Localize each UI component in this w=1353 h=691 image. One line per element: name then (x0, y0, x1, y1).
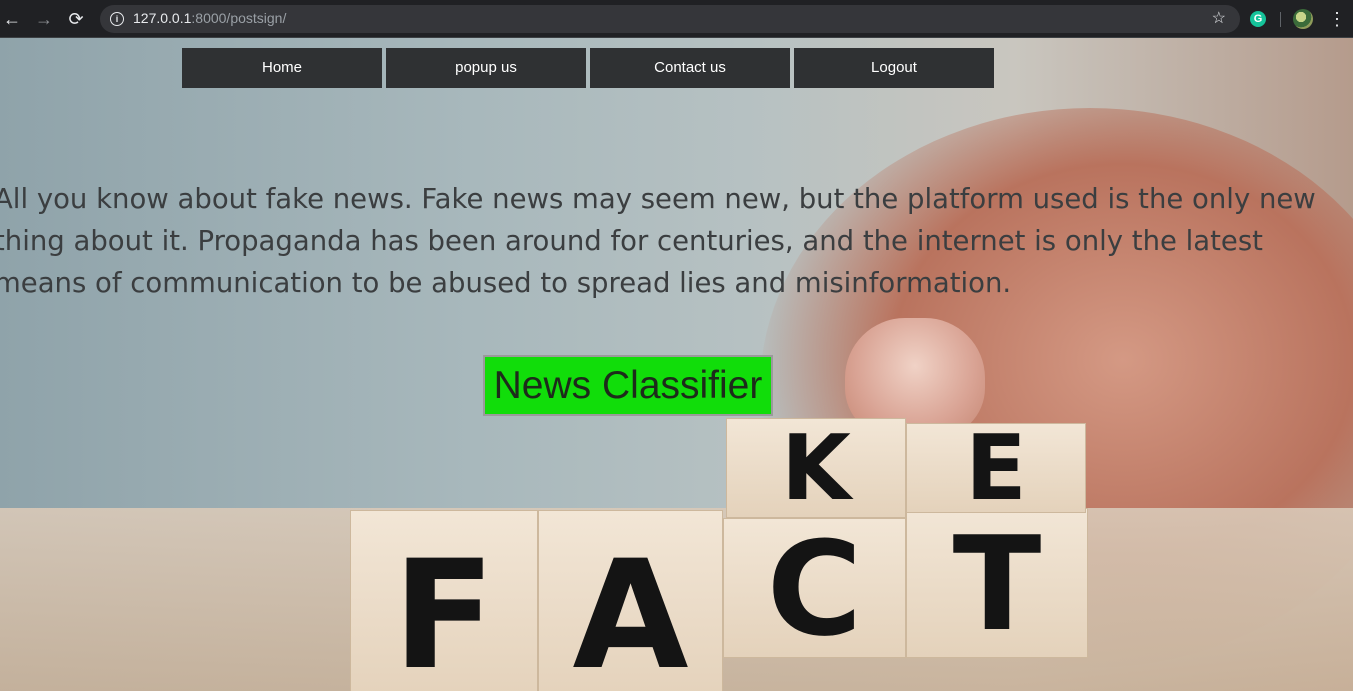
wood-block-c: C (723, 518, 906, 658)
address-bar[interactable]: i 127.0.0.1:8000/postsign/ ☆ (100, 5, 1240, 33)
nav-logout-button[interactable]: Logout (794, 48, 994, 88)
wood-block-e: E (906, 423, 1086, 513)
browser-toolbar: ← → ⟳ i 127.0.0.1:8000/postsign/ ☆ G ⋮ (0, 0, 1353, 38)
wood-block-a: A (538, 510, 723, 691)
news-classifier-button[interactable]: News Classifier (483, 355, 773, 416)
grammarly-extension-icon[interactable]: G (1250, 11, 1266, 27)
url-text[interactable]: 127.0.0.1:8000/postsign/ (133, 10, 286, 26)
wood-block-f: F (350, 510, 538, 691)
nav-popup-us-button[interactable]: popup us (386, 48, 586, 88)
forward-icon[interactable]: → (32, 7, 56, 31)
url-host: 127.0.0.1 (133, 10, 192, 26)
bookmark-star-icon[interactable]: ☆ (1212, 8, 1226, 28)
toolbar-divider (1280, 12, 1281, 27)
wood-block-k: K (726, 418, 906, 518)
nav-contact-us-button[interactable]: Contact us (590, 48, 790, 88)
page-body: F A C T K E Home popup us Contact us Log… (0, 38, 1353, 691)
intro-paragraph: All you know about fake news. Fake news … (0, 183, 1316, 299)
kebab-menu-icon[interactable]: ⋮ (1328, 8, 1346, 30)
url-path: :8000/postsign/ (191, 10, 287, 26)
wood-block-t: T (906, 508, 1088, 658)
nav-home-button[interactable]: Home (182, 48, 382, 88)
info-icon[interactable]: i (110, 12, 124, 26)
reload-icon[interactable]: ⟳ (64, 7, 88, 31)
back-icon[interactable]: ← (0, 7, 24, 31)
profile-avatar[interactable] (1293, 9, 1313, 29)
